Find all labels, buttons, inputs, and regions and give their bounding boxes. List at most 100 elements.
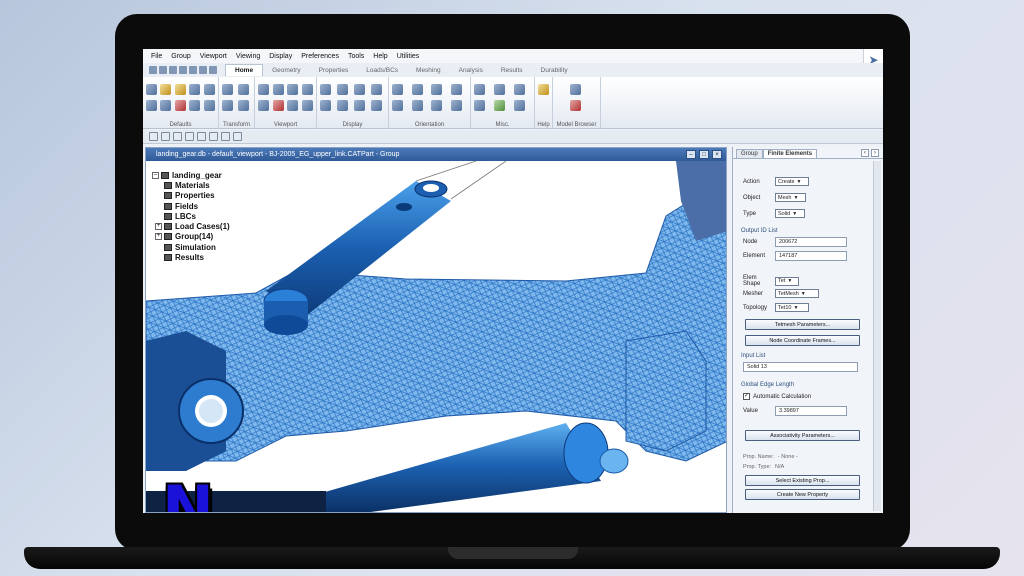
open-folder-icon[interactable] [160, 84, 172, 95]
tree-root[interactable]: – landing_gear [152, 170, 230, 180]
cursor-icon[interactable] [203, 84, 215, 95]
tree-item-properties[interactable]: Properties [152, 191, 230, 201]
menu-file[interactable]: File [151, 53, 162, 60]
iso-view-3-icon[interactable] [431, 84, 442, 95]
tab-meshing[interactable]: Meshing [407, 65, 450, 76]
graphics-viewport[interactable]: landing_gear.db - default_viewport - BJ-… [145, 147, 727, 513]
select-icon[interactable] [203, 100, 215, 111]
undo-icon[interactable] [179, 66, 187, 74]
panel-tab-finite-elements[interactable]: Finite Elements [762, 149, 818, 158]
tree-item-simulation[interactable]: Simulation [152, 242, 230, 252]
group-icon[interactable] [494, 100, 505, 111]
brush-icon[interactable] [189, 100, 201, 111]
associativity-parameters-button[interactable]: Associativity Parameters... [745, 430, 860, 441]
circle-select-icon[interactable] [185, 132, 194, 141]
measure-icon[interactable] [474, 100, 485, 111]
move-view-icon[interactable] [287, 84, 298, 95]
object-select[interactable]: Mesh ▼ [775, 193, 806, 202]
grid-icon[interactable] [272, 100, 284, 111]
fit-view-icon[interactable] [258, 84, 269, 95]
display-list-icon[interactable] [371, 84, 382, 95]
tree-item-group[interactable]: + Group(14) [152, 232, 230, 242]
wireframe-icon[interactable] [320, 84, 331, 95]
copy-icon[interactable] [146, 100, 157, 111]
tab-properties[interactable]: Properties [310, 65, 358, 76]
menu-viewport[interactable]: Viewport [200, 53, 227, 60]
center-icon[interactable] [301, 84, 313, 95]
chevron-right-icon[interactable]: › [871, 149, 879, 157]
front-view-icon[interactable] [392, 100, 403, 111]
node-icon[interactable] [371, 100, 382, 111]
scale-icon[interactable] [238, 100, 249, 111]
input-list-field[interactable]: Solid 13 [743, 362, 858, 372]
box-select-icon[interactable] [209, 132, 218, 141]
tetmesh-parameters-button[interactable]: Tetmesh Parameters... [745, 319, 860, 330]
collapse-icon[interactable]: – [152, 171, 159, 179]
model-tree-icon[interactable] [570, 100, 581, 111]
folder-icon[interactable] [174, 84, 186, 95]
node-select-icon[interactable] [221, 132, 230, 141]
translate-icon[interactable] [222, 100, 233, 111]
close-icon[interactable]: × [712, 150, 722, 159]
tab-loads-bcs[interactable]: Loads/BCs [357, 65, 407, 76]
tab-analysis[interactable]: Analysis [450, 65, 492, 76]
menu-preferences[interactable]: Preferences [301, 53, 339, 60]
grid-select-icon[interactable] [233, 132, 242, 141]
shaded-icon[interactable] [337, 84, 348, 95]
menu-viewing[interactable]: Viewing [236, 53, 260, 60]
node-coordinate-frames-button[interactable]: Node Coordinate Frames... [745, 335, 860, 346]
iso-view-2-icon[interactable] [411, 84, 423, 95]
expand-icon[interactable]: + [155, 223, 162, 231]
paint-icon[interactable] [199, 66, 207, 74]
zoom-icon[interactable] [287, 100, 298, 111]
element-id-field[interactable]: 147187 [775, 251, 847, 261]
delete-icon[interactable] [174, 100, 186, 111]
menu-tools[interactable]: Tools [348, 53, 364, 60]
menu-group[interactable]: Group [171, 53, 190, 60]
tab-durability[interactable]: Durability [532, 65, 577, 76]
tree-item-load-cases[interactable]: + Load Cases(1) [152, 221, 230, 231]
tab-home[interactable]: Home [225, 64, 264, 76]
elem-shape-select[interactable]: Tet ▼ [775, 276, 799, 286]
minimize-icon[interactable]: – [686, 150, 696, 159]
tree-item-results[interactable]: Results [152, 252, 230, 262]
new-file-icon[interactable] [146, 84, 157, 95]
settings-icon[interactable] [514, 100, 525, 111]
chevron-left-icon[interactable]: ‹ [861, 149, 869, 157]
tree-item-fields[interactable]: Fields [152, 201, 230, 211]
panel-tab-group[interactable]: Group [736, 149, 763, 158]
camera-icon[interactable] [514, 84, 525, 95]
mesh-model-render[interactable] [146, 161, 727, 513]
iso-view-1-icon[interactable] [392, 84, 403, 95]
tools-icon[interactable] [494, 84, 505, 95]
hidden-line-icon[interactable] [320, 100, 331, 111]
mesher-select[interactable]: TetMesh ▼ [775, 289, 819, 298]
bottom-view-icon[interactable] [450, 100, 462, 111]
menu-display[interactable]: Display [269, 53, 292, 60]
hand-icon[interactable] [189, 84, 201, 95]
help-icon[interactable] [538, 84, 549, 95]
tree-item-lbcs[interactable]: LBCs [152, 211, 230, 221]
iso-view-4-icon[interactable] [450, 84, 462, 95]
node-id-field[interactable]: 200672 [775, 237, 847, 247]
pan-icon[interactable] [189, 66, 197, 74]
maximize-icon[interactable]: □ [699, 150, 709, 159]
pointer-icon[interactable] [149, 132, 158, 141]
automatic-calculation-checkbox[interactable]: ✓ [743, 393, 750, 400]
view-front-icon[interactable] [258, 100, 269, 111]
model-browser-icon[interactable] [570, 84, 581, 95]
new-icon[interactable] [149, 66, 157, 74]
edge-length-value-field[interactable]: 3.39897 [775, 406, 847, 416]
rect-select-icon[interactable] [161, 132, 170, 141]
move-icon[interactable] [209, 66, 217, 74]
tab-geometry[interactable]: Geometry [263, 65, 310, 76]
side-view-icon[interactable] [411, 100, 423, 111]
tree-item-materials[interactable]: Materials [152, 180, 230, 190]
menu-utilities[interactable]: Utilities [397, 53, 420, 60]
plot-icon[interactable] [474, 84, 485, 95]
select-existing-prop-button[interactable]: Select Existing Prop... [745, 475, 860, 486]
paste-icon[interactable] [160, 100, 172, 111]
panel-scrollbar[interactable] [873, 161, 881, 511]
menu-help[interactable]: Help [373, 53, 387, 60]
rotate-icon[interactable] [222, 84, 233, 95]
